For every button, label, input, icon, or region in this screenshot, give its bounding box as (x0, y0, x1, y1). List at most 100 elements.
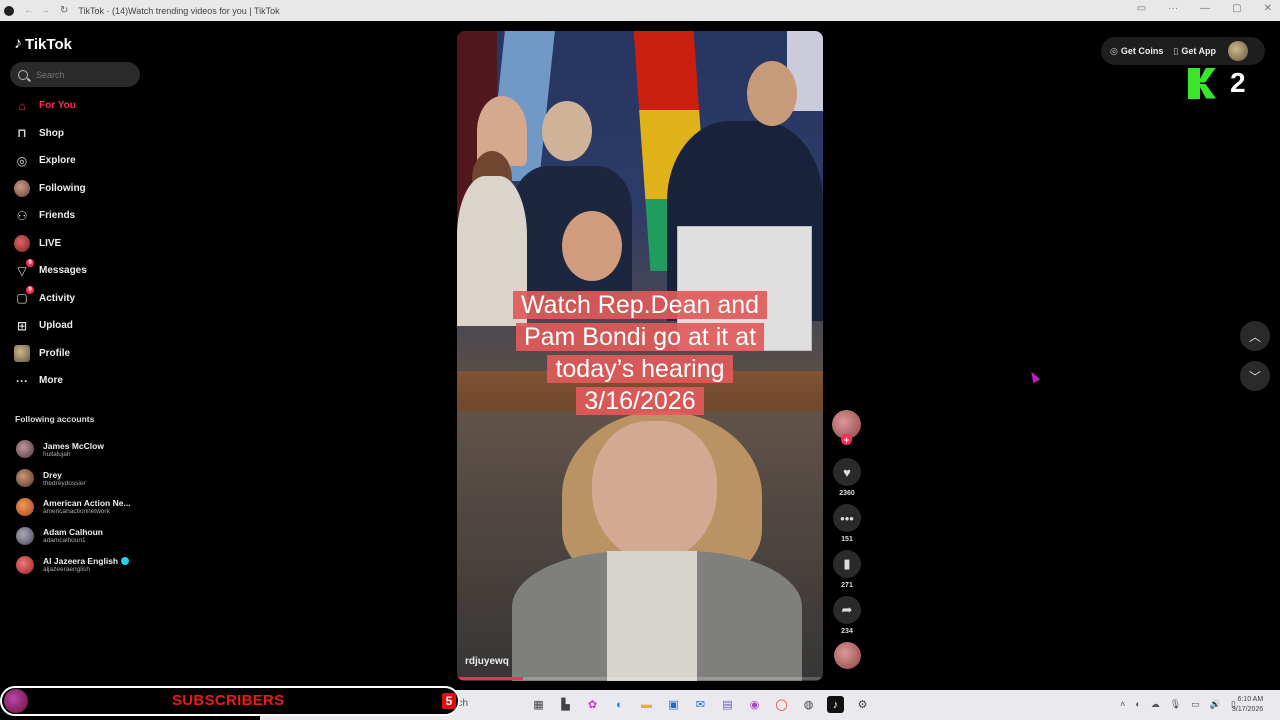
phone-icon: ▯ (1173, 45, 1179, 56)
file-icon[interactable]: ▙ (557, 696, 574, 713)
tiktok-taskbar-icon[interactable]: ♪ (827, 696, 844, 713)
profile-avatar[interactable] (1228, 41, 1248, 61)
account-name: American Action Ne... (43, 498, 131, 509)
video-progress-bar[interactable] (457, 677, 823, 680)
follow-plus-icon[interactable]: + (841, 434, 852, 445)
taskbar-clock[interactable]: 6:10 AM 3/17/2026 (1232, 695, 1263, 715)
chevron-down-icon: ﹀ (1248, 369, 1261, 384)
previous-video-button[interactable]: ︿ (1240, 321, 1270, 351)
account-item[interactable]: Drey thedreydossier (16, 464, 146, 493)
search-input[interactable] (36, 69, 136, 80)
k-logo-icon (1188, 67, 1218, 99)
creator-avatar[interactable]: + (832, 410, 861, 445)
save-button[interactable]: ▮ (833, 550, 861, 578)
forward-button[interactable]: → (40, 5, 50, 16)
sidebar-nav: ⌂ For You ⊓ Shop ◎ Explore Following ⚇ F… (0, 92, 150, 395)
tray-chevron-icon[interactable]: ˄ (1120, 699, 1125, 710)
sidebar-item-explore[interactable]: ◎ Explore (0, 147, 150, 175)
copilot-icon[interactable]: ✿ (584, 696, 601, 713)
sidebar-item-shop[interactable]: ⊓ Shop (0, 120, 150, 148)
back-button[interactable]: ← (24, 5, 34, 16)
like-button[interactable]: ♥ (833, 458, 861, 486)
minimize-icon[interactable]: — (1200, 3, 1210, 14)
edge-icon[interactable]: ◐ (611, 696, 628, 713)
get-coins-label: Get Coins (1120, 46, 1164, 56)
share-button[interactable]: ➦ (833, 596, 861, 624)
save-count: 271 (841, 582, 853, 589)
following-accounts-list: James McClow hullalujah Drey thedreydoss… (16, 435, 146, 579)
tray-app-icon[interactable]: ◐ (1135, 699, 1140, 710)
activity-icon: ▢ 9 (14, 286, 34, 306)
shop-bag-icon: ⊓ (17, 126, 27, 141)
outlook-icon[interactable]: ✉ (692, 696, 709, 713)
sidebar-item-more[interactable]: ··· More (0, 367, 150, 395)
search-icon (18, 69, 28, 80)
subscribers-label: SUBSCRIBERS (172, 692, 285, 709)
reload-button[interactable]: ↻ (60, 5, 68, 16)
sidebar-item-following[interactable]: Following (0, 175, 150, 203)
taskbar-apps: ▦ ▙ ✿ ◐ ▬ ▣ ✉ ▤ ◉ ◯ ◍ ♪ ⚙ (530, 696, 871, 713)
app-view-icon[interactable]: ▭ (1137, 3, 1146, 14)
tiktok-favicon-icon (4, 5, 14, 16)
more-dots-icon: ··· (16, 373, 28, 388)
maximize-icon[interactable]: ▢ (1232, 3, 1241, 14)
sidebar-item-for-you[interactable]: ⌂ For You (0, 92, 150, 120)
clock-time: 6:10 AM (1237, 696, 1264, 703)
account-item[interactable]: American Action Ne... americanactionnetw… (16, 493, 146, 522)
folder-icon[interactable]: ▬ (638, 696, 655, 713)
video-actions: + ♥ 2360 ••• 151 ▮ 271 ➦ 234 (832, 410, 862, 669)
account-name: Al Jazeera English (43, 556, 130, 567)
microphone-icon[interactable]: 🎙 (1170, 699, 1181, 710)
sidebar-item-activity[interactable]: ▢ 9 Activity (0, 285, 150, 313)
browser-titlebar: ← → ↻ TikTok · (14)Watch trending videos… (0, 0, 1280, 21)
sidebar-item-upload[interactable]: ⊞ Upload (0, 312, 150, 340)
more-menu-icon[interactable]: ··· (1168, 3, 1178, 14)
live-avatar-icon (14, 234, 30, 252)
sidebar-item-profile[interactable]: Profile (0, 340, 150, 368)
next-video-button[interactable]: ﹀ (1240, 361, 1270, 391)
account-name-text: Al Jazeera English (43, 556, 119, 567)
video-player[interactable]: Watch Rep.Dean and Pam Bondi go at it at… (457, 31, 823, 681)
music-disc-avatar[interactable] (833, 642, 861, 669)
k2-overlay-logo: 2 (1188, 67, 1246, 99)
account-handle: americanactionnetwork (43, 508, 110, 516)
get-coins-button[interactable]: ◎ Get Coins (1110, 46, 1163, 57)
sidebar-item-live[interactable]: LIVE (0, 230, 150, 258)
video-progress-fill (457, 677, 523, 680)
upload-icon: ⊞ (16, 318, 28, 333)
app-icon[interactable]: ◍ (800, 696, 817, 713)
avatar (16, 555, 34, 574)
settings-gear-icon[interactable]: ⚙ (854, 696, 871, 713)
sidebar-item-label: LIVE (39, 237, 62, 249)
account-item[interactable]: Al Jazeera English aljazeeraenglish (16, 550, 146, 579)
messenger-icon[interactable]: ◉ (746, 696, 763, 713)
share-arrow-icon: ➦ (841, 602, 853, 617)
get-app-button[interactable]: ▯ Get App (1173, 46, 1216, 57)
chevron-up-icon: ︿ (1248, 329, 1261, 344)
tiktok-note-icon: ♪ (14, 35, 22, 52)
tiktok-logo[interactable]: ♪ TikTok (14, 35, 72, 53)
video-uploader[interactable]: rdjuyewq (465, 656, 509, 667)
widgets-icon[interactable]: ▦ (530, 696, 547, 713)
avatar (16, 469, 34, 488)
opera-icon[interactable]: ◯ (773, 696, 790, 713)
sidebar-item-label: More (39, 375, 63, 387)
sidebar-item-label: Messages (39, 265, 87, 277)
clock-date: 3/17/2026 (1232, 706, 1264, 713)
home-icon: ⌂ (18, 98, 26, 113)
network-icon[interactable]: ▭ (1191, 699, 1200, 710)
account-item[interactable]: James McClow hullalujah (16, 435, 146, 464)
volume-icon[interactable]: 🔊 (1210, 699, 1221, 710)
close-icon[interactable]: ✕ (1264, 3, 1272, 14)
teams-icon[interactable]: ▤ (719, 696, 736, 713)
sidebar-item-friends[interactable]: ⚇ Friends (0, 202, 150, 230)
comment-count: 151 (841, 536, 853, 543)
comment-icon: ••• (840, 510, 854, 526)
comment-button[interactable]: ••• (833, 504, 861, 532)
system-tray: ˄ ◐ ☁ 🎙 ▭ 🔊 ▯ (1120, 699, 1236, 710)
sidebar-item-messages[interactable]: ▽ 9 Messages (0, 257, 150, 285)
tray-cloud-icon[interactable]: ☁ (1151, 699, 1160, 710)
account-item[interactable]: Adam Calhoun adamcalhoun1 (16, 521, 146, 550)
search-box[interactable] (10, 62, 140, 87)
store-icon[interactable]: ▣ (665, 696, 682, 713)
